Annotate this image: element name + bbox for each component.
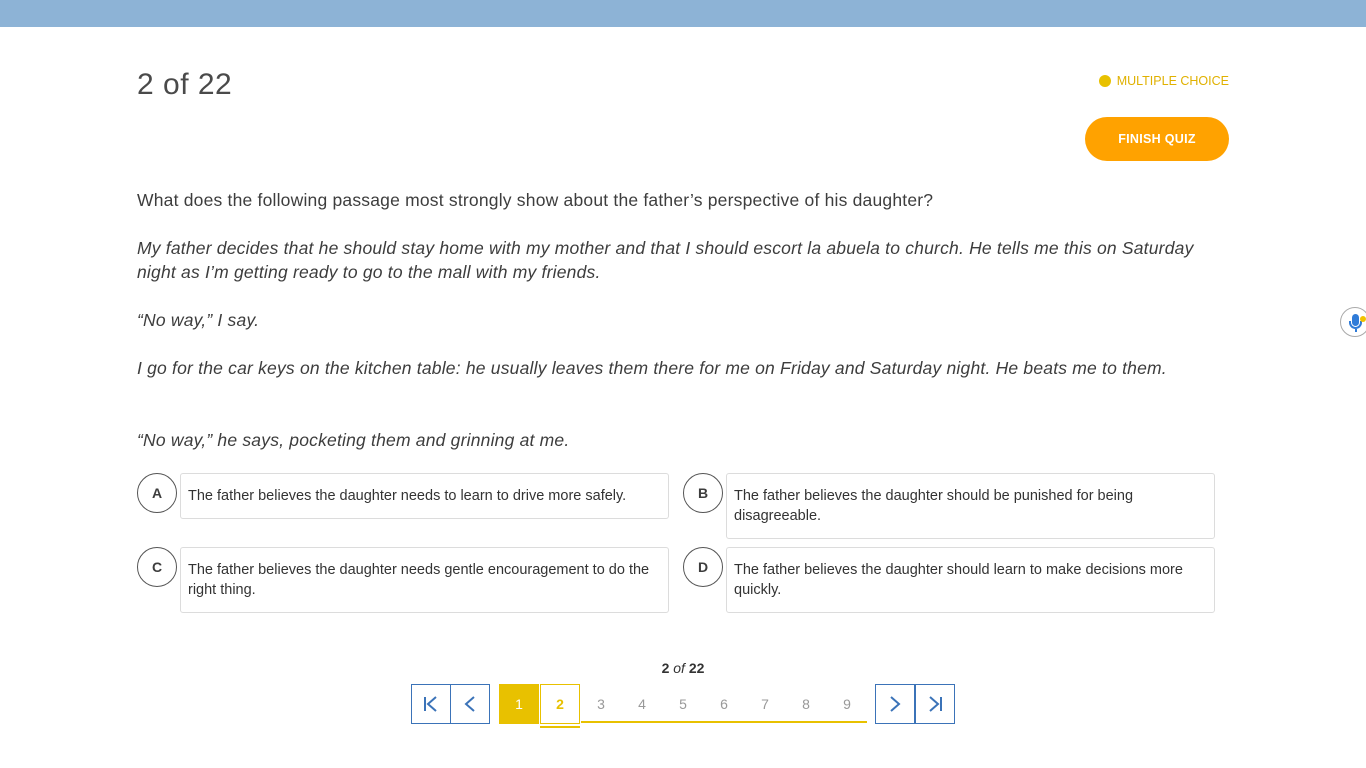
pagination-current: 2: [661, 660, 670, 676]
pagination-total: 22: [688, 660, 705, 676]
status-dot-icon: [1098, 75, 1111, 87]
question-type-label: MULTIPLE CHOICE: [1116, 74, 1229, 88]
page-button-8[interactable]: 8: [786, 684, 826, 724]
question-type-badge: MULTIPLE CHOICE: [1098, 74, 1229, 88]
question-prompt: What does the following passage most str…: [137, 190, 934, 210]
question-counter: 2 of 22: [137, 68, 233, 101]
option-c-answer[interactable]: The father believes the daughter needs g…: [180, 547, 669, 613]
pagination-label: 2 of 22: [0, 660, 1366, 676]
chevron-left-icon: [464, 696, 475, 712]
passage-paragraph: My father decides that he should stay ho…: [137, 238, 1194, 282]
last-page-icon: [929, 696, 942, 712]
next-page-button[interactable]: [875, 684, 915, 724]
page-button-4[interactable]: 4: [622, 684, 662, 724]
option-b-button[interactable]: B: [683, 473, 723, 513]
first-page-button[interactable]: [411, 684, 451, 724]
option-c-button[interactable]: C: [137, 547, 177, 587]
option-b-answer[interactable]: The father believes the daughter should …: [726, 473, 1215, 539]
finish-quiz-button[interactable]: FINISH QUIZ: [1085, 117, 1229, 161]
page-button-3[interactable]: 3: [581, 684, 621, 724]
passage-paragraph: “No way,” he says, pocketing them and gr…: [137, 430, 570, 450]
chevron-right-icon: [890, 696, 901, 712]
page-button-1[interactable]: 1: [499, 684, 539, 724]
top-bar: [0, 0, 1366, 27]
last-page-button[interactable]: [915, 684, 955, 724]
option-a-button[interactable]: A: [137, 473, 177, 513]
option-a-answer[interactable]: The father believes the daughter needs t…: [180, 473, 669, 519]
pagination-of: of: [673, 660, 685, 676]
page-underline: [581, 721, 867, 723]
page-button-5[interactable]: 5: [663, 684, 703, 724]
first-page-icon: [424, 696, 437, 712]
page-button-6[interactable]: 6: [704, 684, 744, 724]
page-button-2[interactable]: 2: [540, 684, 580, 724]
current-page-underline: [540, 726, 580, 728]
passage-paragraph: “No way,” I say.: [137, 310, 260, 330]
page-button-7[interactable]: 7: [745, 684, 785, 724]
option-d-button[interactable]: D: [683, 547, 723, 587]
previous-page-button[interactable]: [450, 684, 490, 724]
option-d-answer[interactable]: The father believes the daughter should …: [726, 547, 1215, 613]
page-button-9[interactable]: 9: [827, 684, 867, 724]
passage-paragraph: I go for the car keys on the kitchen tab…: [137, 358, 1167, 378]
microphone-button[interactable]: [1340, 307, 1366, 337]
